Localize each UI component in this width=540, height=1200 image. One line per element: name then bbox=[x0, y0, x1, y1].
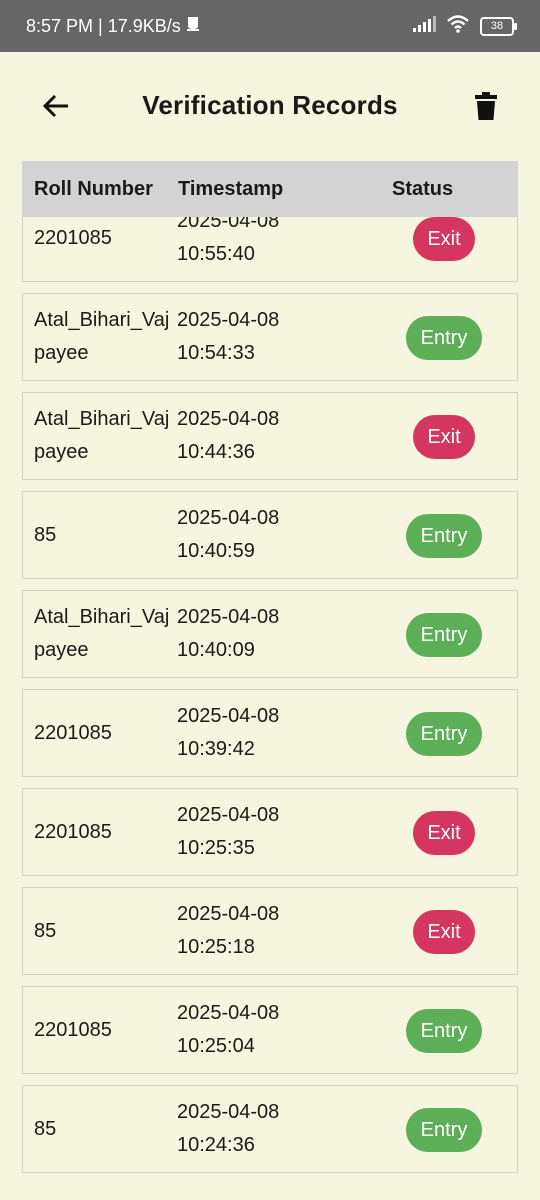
roll-number-cell: Atal_Bihari_Vajpayee bbox=[34, 294, 174, 380]
roll-number-text: Atal_Bihari_Vajpayee bbox=[34, 309, 170, 364]
timestamp-date: 2025-04-08 bbox=[177, 408, 280, 430]
status-badge-entry[interactable]: Entry bbox=[406, 1009, 482, 1053]
roll-number-text: 85 bbox=[34, 919, 57, 942]
timestamp-date: 2025-04-08 bbox=[177, 1101, 280, 1123]
roll-number-text: 2201085 bbox=[34, 721, 112, 744]
roll-number-cell: 2201085 bbox=[34, 690, 174, 776]
timestamp-date: 2025-04-08 bbox=[177, 309, 280, 331]
roll-number-cell: Atal_Bihari_Vajpayee bbox=[34, 591, 174, 677]
timestamp-cell: 2025-04-08 10:44:36 bbox=[177, 393, 279, 479]
status-badge-exit[interactable]: Exit bbox=[413, 811, 475, 855]
status-badge-entry[interactable]: Entry bbox=[406, 514, 482, 558]
roll-number-cell: 2201085 bbox=[34, 789, 174, 875]
roll-number-text: Atal_Bihari_Vajpayee bbox=[34, 408, 170, 463]
column-header-timestamp: Timestamp bbox=[178, 178, 284, 200]
timestamp-date: 2025-04-08 bbox=[177, 507, 280, 529]
table-row: 85 2025-04-08 10:25:18 Exit bbox=[22, 887, 518, 975]
roll-number-cell: 85 bbox=[34, 492, 174, 578]
timestamp-date: 2025-04-08 bbox=[177, 804, 280, 826]
table-row: Atal_Bihari_Vajpayee 2025-04-08 10:54:33 … bbox=[22, 293, 518, 381]
timestamp-date: 2025-04-08 bbox=[177, 1002, 280, 1024]
timestamp-cell: 2025-04-08 10:54:33 bbox=[177, 294, 279, 380]
timestamp-time: 10:24:36 bbox=[177, 1134, 255, 1156]
roll-number-cell: Atal_Bihari_Vajpayee bbox=[34, 393, 174, 479]
table-row: 2201085 2025-04-08 10:39:42 Entry bbox=[22, 689, 518, 777]
timestamp-cell: 2025-04-08 10:24:36 bbox=[177, 1086, 279, 1172]
status-badge-entry[interactable]: Entry bbox=[406, 1108, 482, 1152]
status-badge-exit[interactable]: Exit bbox=[413, 217, 475, 261]
timestamp-cell: 2025-04-08 10:40:59 bbox=[177, 492, 279, 578]
table-row: Atal_Bihari_Vajpayee 2025-04-08 10:40:09 … bbox=[22, 590, 518, 678]
roll-number-cell: 85 bbox=[34, 1086, 174, 1172]
roll-number-cell: 85 bbox=[34, 888, 174, 974]
roll-number-cell: 2201085 bbox=[34, 987, 174, 1073]
status-badge-entry[interactable]: Entry bbox=[406, 316, 482, 360]
timestamp-time: 10:44:36 bbox=[177, 441, 255, 463]
table-row: 85 2025-04-08 10:24:36 Entry bbox=[22, 1085, 518, 1173]
timestamp-cell: 2025-04-08 10:25:04 bbox=[177, 987, 279, 1073]
roll-number-text: 2201085 bbox=[34, 1018, 112, 1041]
timestamp-time: 10:25:04 bbox=[177, 1035, 255, 1057]
roll-number-text: 2201085 bbox=[34, 820, 112, 843]
timestamp-time: 10:54:33 bbox=[177, 342, 255, 364]
column-header-status: Status bbox=[392, 178, 454, 200]
timestamp-time: 10:39:42 bbox=[177, 738, 255, 760]
timestamp-time: 10:40:09 bbox=[177, 639, 255, 661]
timestamp-date: 2025-04-08 bbox=[177, 705, 280, 727]
timestamp-time: 10:25:18 bbox=[177, 936, 255, 958]
roll-number-text: 85 bbox=[34, 523, 57, 546]
timestamp-time: 10:25:35 bbox=[177, 837, 255, 859]
timestamp-date: 2025-04-08 bbox=[177, 606, 280, 628]
table-row: Atal_Bihari_Vajpayee 2025-04-08 10:44:36 … bbox=[22, 392, 518, 480]
table-header: Roll Number Timestamp Status bbox=[22, 161, 518, 217]
status-badge-entry[interactable]: Entry bbox=[406, 613, 482, 657]
status-badge-exit[interactable]: Exit bbox=[413, 415, 475, 459]
column-header-roll-number: Roll Number bbox=[34, 178, 153, 200]
roll-number-text: 85 bbox=[34, 1117, 57, 1140]
timestamp-cell: 2025-04-08 10:39:42 bbox=[177, 690, 279, 776]
roll-number-text: Atal_Bihari_Vajpayee bbox=[34, 606, 170, 661]
timestamp-date: 2025-04-08 bbox=[177, 903, 280, 925]
timestamp-time: 10:55:40 bbox=[177, 243, 255, 265]
timestamp-time: 10:40:59 bbox=[177, 540, 255, 562]
status-badge-exit[interactable]: Exit bbox=[413, 910, 475, 954]
table-row: 85 2025-04-08 10:40:59 Entry bbox=[22, 491, 518, 579]
status-badge-entry[interactable]: Entry bbox=[406, 712, 482, 756]
table-row: 2201085 2025-04-08 10:25:35 Exit bbox=[22, 788, 518, 876]
roll-number-text: 2201085 bbox=[34, 226, 112, 249]
timestamp-cell: 2025-04-08 10:25:18 bbox=[177, 888, 279, 974]
table-row: 2201085 2025-04-08 10:25:04 Entry bbox=[22, 986, 518, 1074]
timestamp-cell: 2025-04-08 10:40:09 bbox=[177, 591, 279, 677]
timestamp-cell: 2025-04-08 10:25:35 bbox=[177, 789, 279, 875]
